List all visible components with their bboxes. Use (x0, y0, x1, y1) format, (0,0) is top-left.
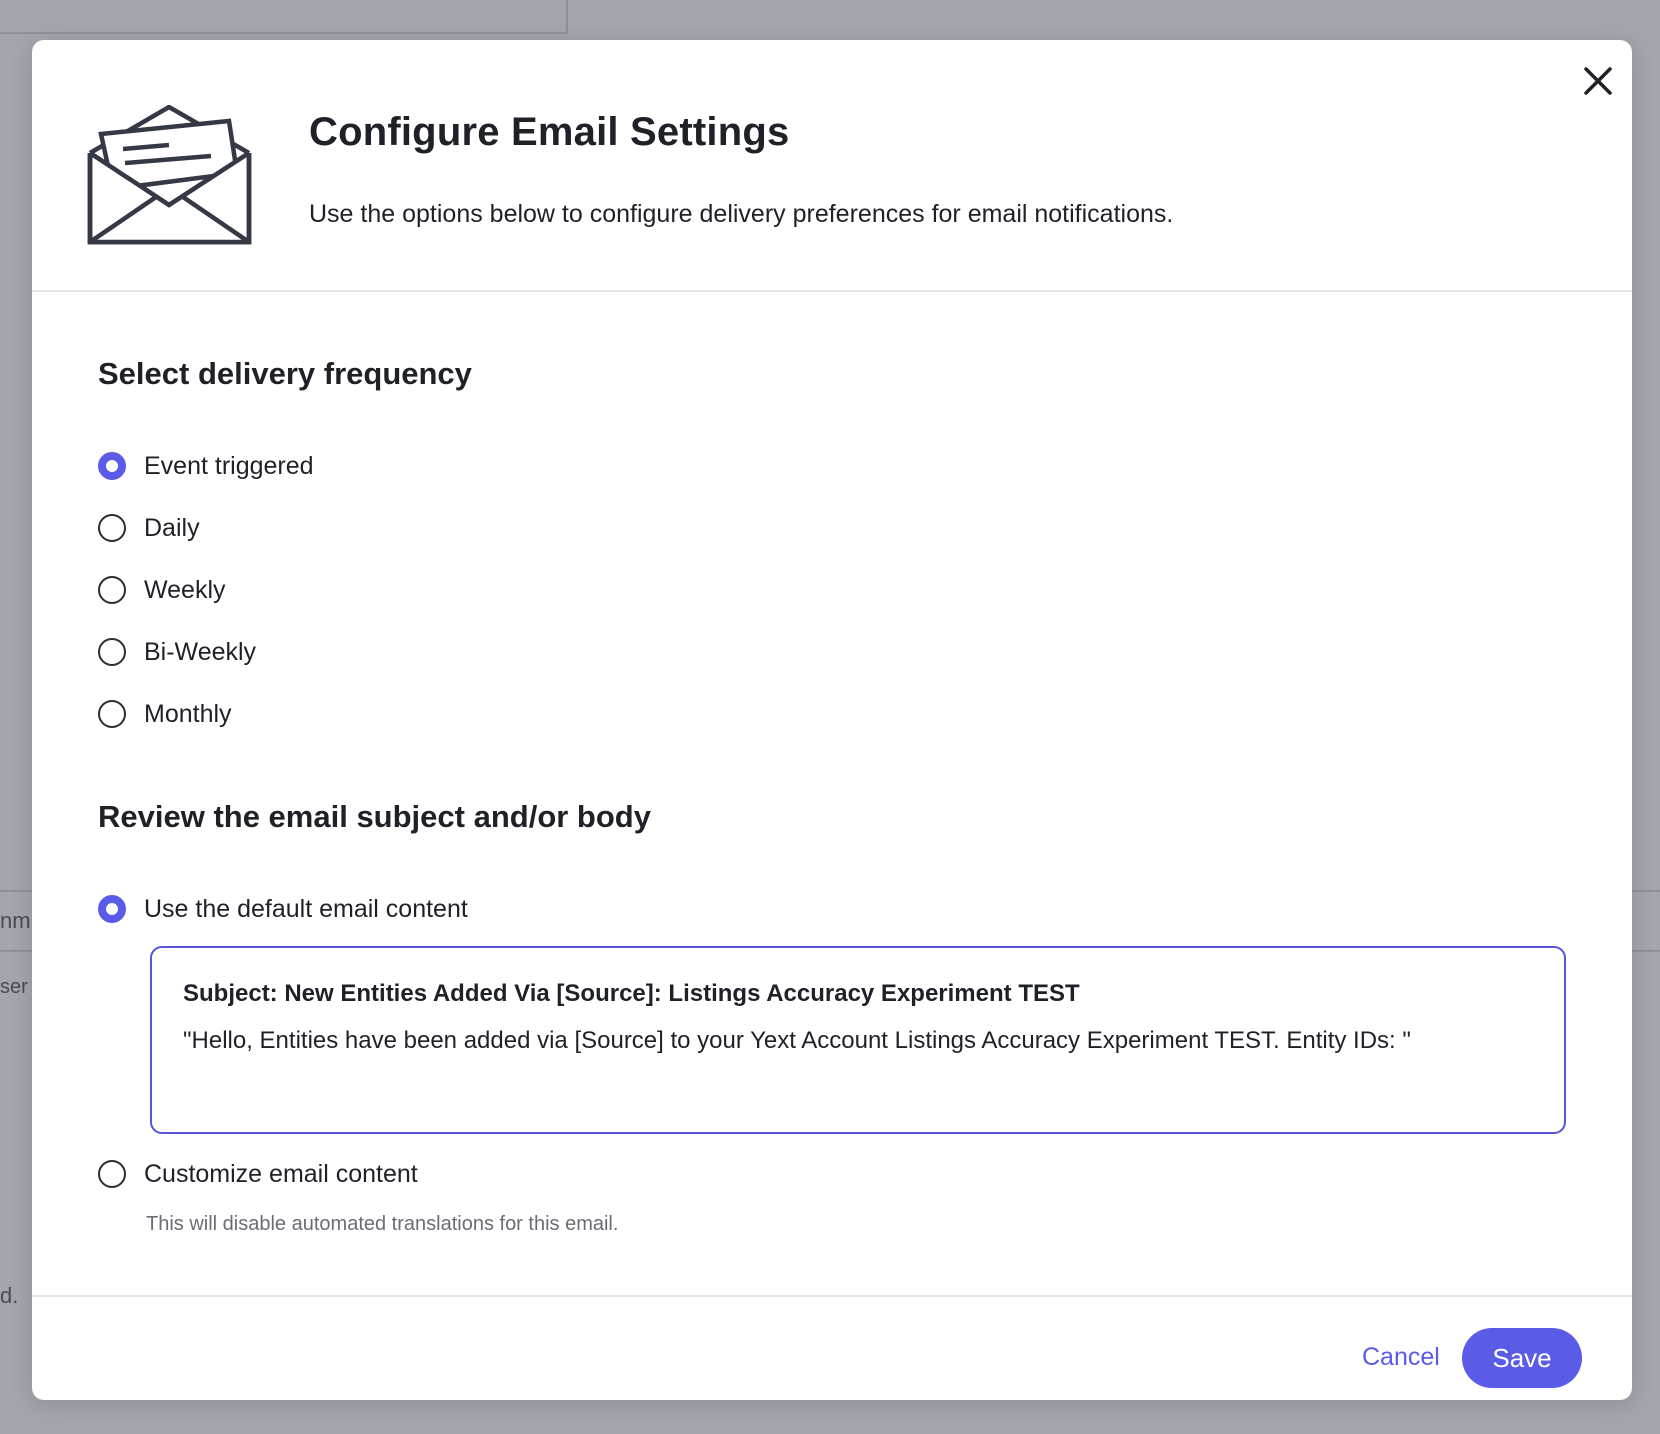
radio-button-selected[interactable] (98, 895, 126, 923)
preview-subject: Subject: New Entities Added Via [Source]… (183, 980, 1080, 1007)
radio-label: Monthly (144, 699, 232, 728)
background-text: ser (0, 976, 28, 998)
radio-label: Event triggered (144, 451, 314, 480)
radio-default-content[interactable]: Use the default email content (98, 889, 468, 929)
save-button[interactable]: Save (1462, 1328, 1582, 1388)
radio-button[interactable] (98, 576, 126, 604)
modal-subtitle: Use the options below to configure deliv… (309, 200, 1174, 228)
radio-event-triggered[interactable]: Event triggered (98, 446, 314, 486)
background-text: nm (0, 908, 31, 933)
radio-button-selected[interactable] (98, 452, 126, 480)
radio-button[interactable] (98, 1160, 126, 1188)
content-heading: Review the email subject and/or body (98, 799, 651, 834)
frequency-heading: Select delivery frequency (98, 356, 472, 391)
email-preview-box: Subject: New Entities Added Via [Source]… (150, 946, 1566, 1134)
radio-weekly[interactable]: Weekly (98, 570, 226, 610)
email-settings-modal: Configure Email Settings Use the options… (32, 40, 1632, 1400)
close-button[interactable] (1577, 60, 1619, 102)
radio-bi-weekly[interactable]: Bi-Weekly (98, 632, 256, 672)
radio-monthly[interactable]: Monthly (98, 694, 232, 734)
modal-header: Configure Email Settings Use the options… (32, 40, 1632, 292)
radio-button[interactable] (98, 514, 126, 542)
radio-button[interactable] (98, 638, 126, 666)
radio-label: Use the default email content (144, 894, 468, 923)
preview-body: "Hello, Entities have been added via [So… (183, 1027, 1411, 1054)
radio-button[interactable] (98, 700, 126, 728)
background-text: d. (0, 1283, 19, 1308)
radio-daily[interactable]: Daily (98, 508, 200, 548)
radio-label: Bi-Weekly (144, 637, 257, 666)
customize-helper-text: This will disable automated translations… (146, 1213, 619, 1235)
close-icon (1584, 67, 1612, 95)
radio-label: Customize email content (144, 1159, 418, 1188)
radio-label: Daily (144, 513, 200, 542)
open-envelope-icon (87, 105, 252, 245)
modal-footer: Cancel Save (32, 1295, 1632, 1400)
cancel-button[interactable]: Cancel (1362, 1343, 1440, 1372)
modal-title: Configure Email Settings (309, 110, 790, 154)
radio-customize-content[interactable]: Customize email content (98, 1154, 418, 1194)
radio-label: Weekly (144, 575, 226, 604)
background-panel (0, 0, 568, 34)
